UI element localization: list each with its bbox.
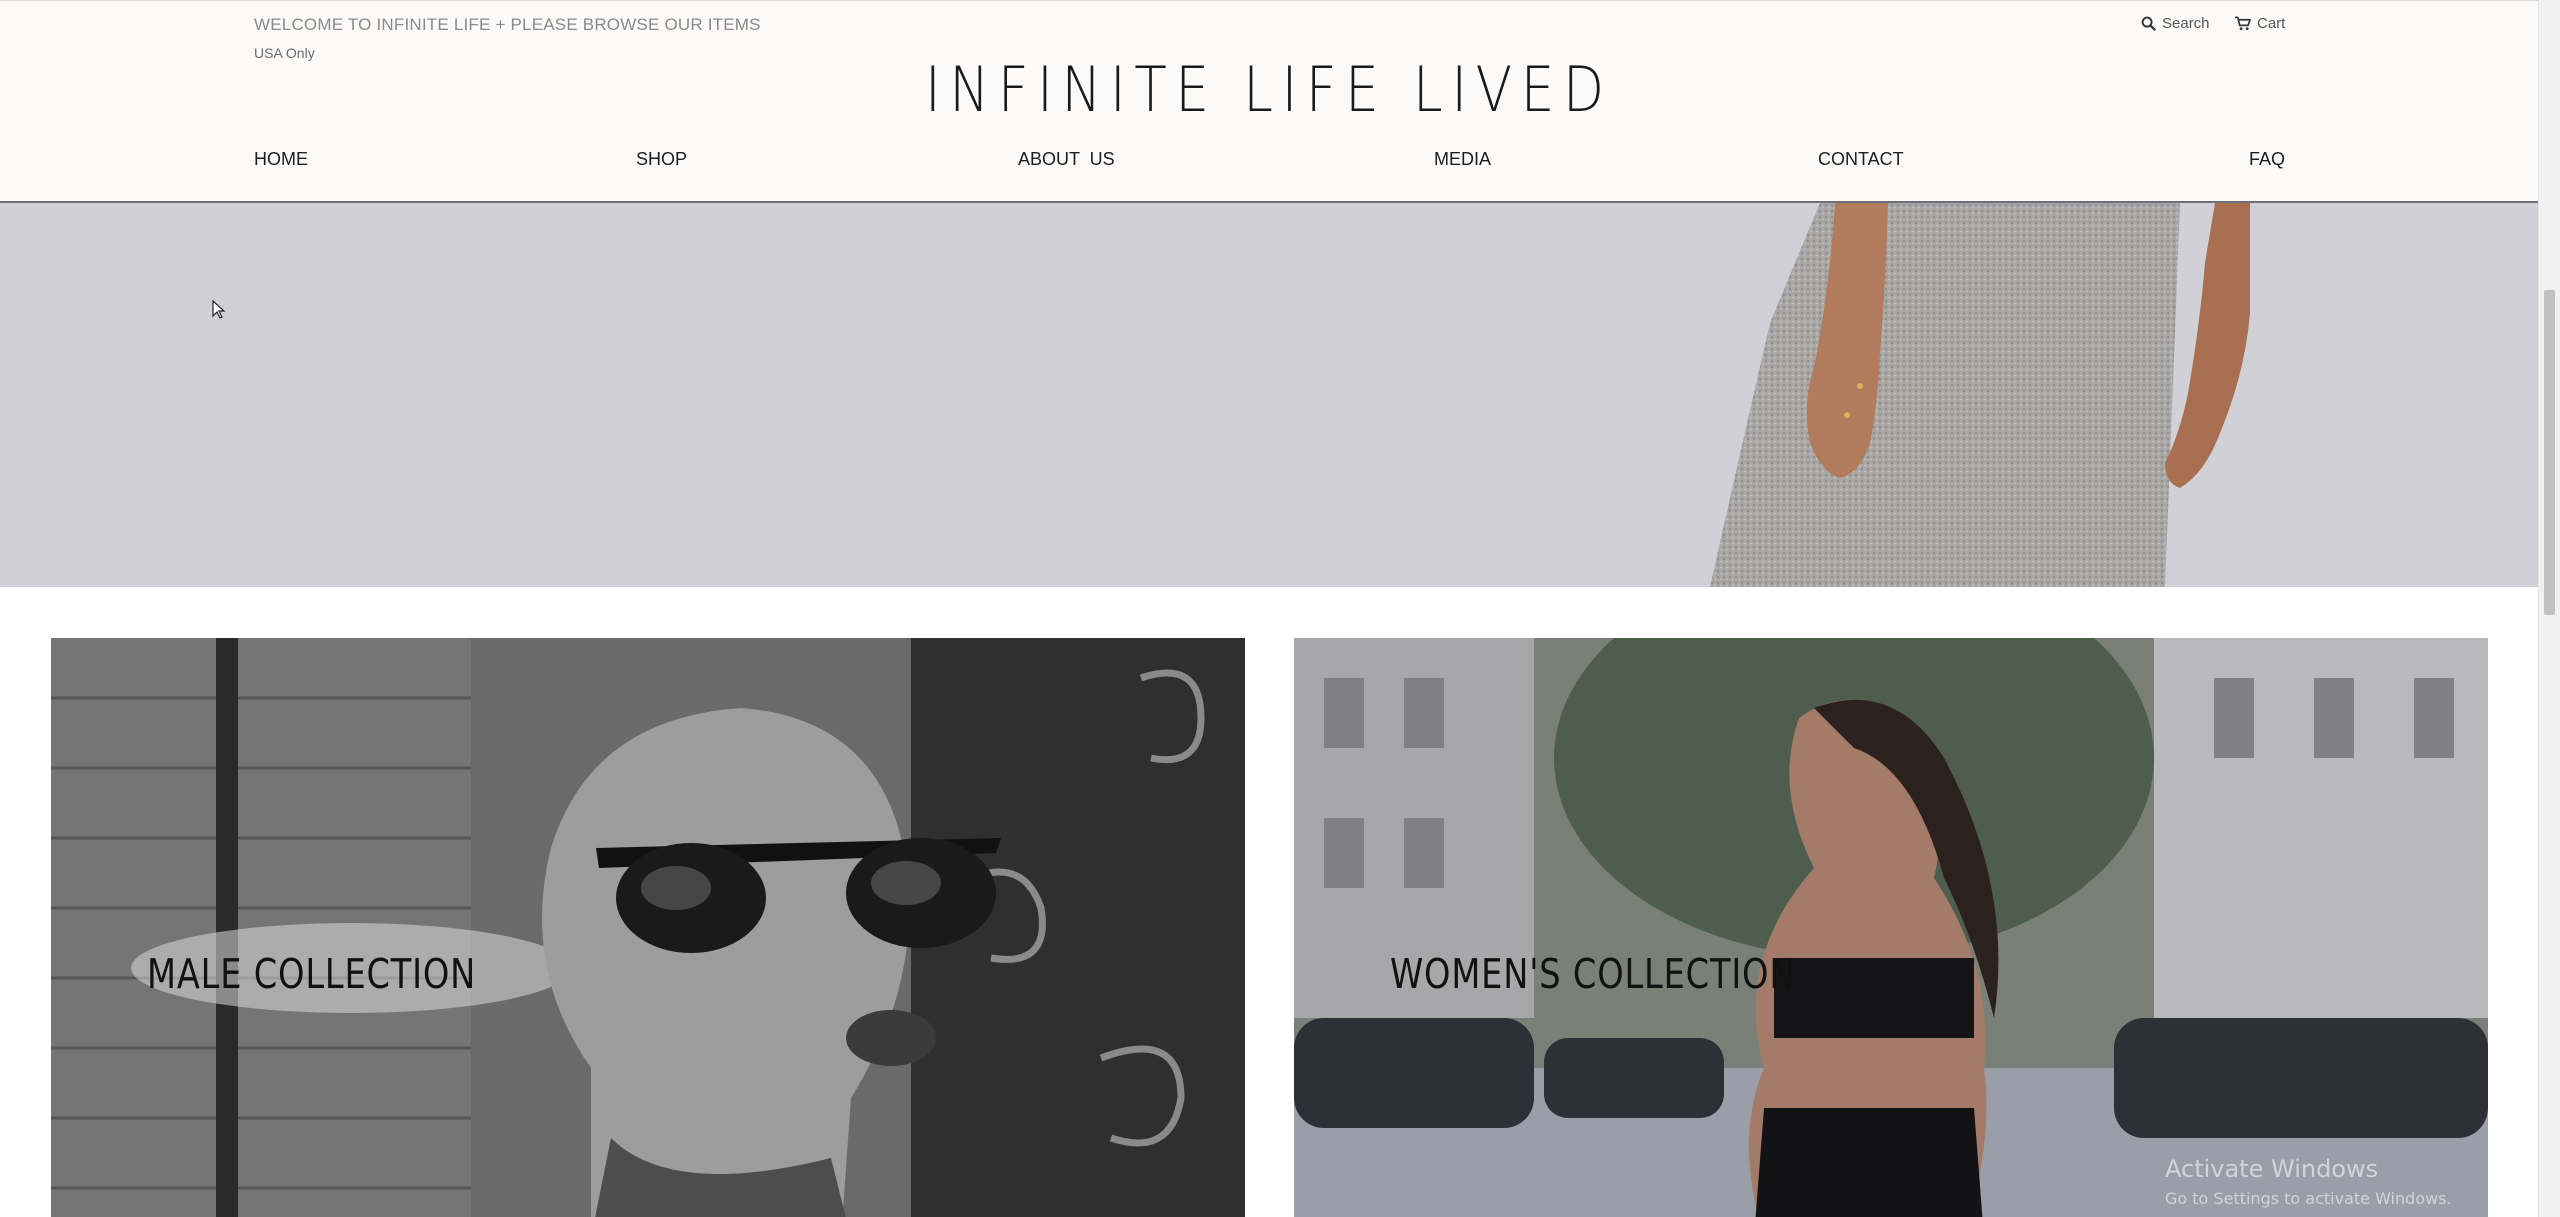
mouse-cursor-icon xyxy=(212,300,226,319)
nav-home[interactable]: HOME xyxy=(254,149,308,170)
search-label: Search xyxy=(2162,15,2210,32)
hero-model-image xyxy=(1710,203,2250,587)
nav-contact[interactable]: CONTACT xyxy=(1818,149,1904,170)
nav-media[interactable]: MEDIA xyxy=(1434,149,1491,170)
male-collection-tile[interactable]: MALE COLLECTION xyxy=(51,638,1245,1217)
site-header: WELCOME TO INFINITE LIFE + PLEASE BROWSE… xyxy=(0,0,2538,203)
nav-about-us[interactable]: ABOUT US xyxy=(1018,149,1115,170)
male-collection-label: MALE COLLECTION xyxy=(147,950,477,998)
activation-watermark: Activate Windows Go to Settings to activ… xyxy=(2165,1155,2452,1208)
womens-collection-label: WOMEN'S COLLECTION xyxy=(1390,950,1796,998)
vertical-scrollbar[interactable] xyxy=(2538,0,2560,1217)
hero-banner xyxy=(0,203,2538,587)
womens-collection-tile[interactable]: WOMEN'S COLLECTION xyxy=(1294,638,2488,1217)
cart-label: Cart xyxy=(2257,15,2286,32)
browser-viewport: WELCOME TO INFINITE LIFE + PLEASE BROWSE… xyxy=(0,0,2560,1217)
male-collection-image xyxy=(51,638,1245,1217)
site-logo[interactable]: INFINITE LIFE LIVED xyxy=(178,53,2361,126)
womens-collection-image xyxy=(1294,638,2488,1217)
cart-icon xyxy=(2235,16,2251,31)
search-link[interactable]: Search xyxy=(2141,15,2210,32)
search-icon xyxy=(2141,16,2156,31)
watermark-subtitle: Go to Settings to activate Windows. xyxy=(2165,1189,2452,1208)
nav-shop[interactable]: SHOP xyxy=(636,149,687,170)
nav-faq[interactable]: FAQ xyxy=(2249,149,2285,170)
watermark-title: Activate Windows xyxy=(2165,1155,2379,1183)
cart-link[interactable]: Cart xyxy=(2234,15,2285,32)
page: WELCOME TO INFINITE LIFE + PLEASE BROWSE… xyxy=(0,0,2538,1217)
welcome-message: WELCOME TO INFINITE LIFE + PLEASE BROWSE… xyxy=(254,15,761,34)
scrollbar-thumb[interactable] xyxy=(2544,290,2555,615)
